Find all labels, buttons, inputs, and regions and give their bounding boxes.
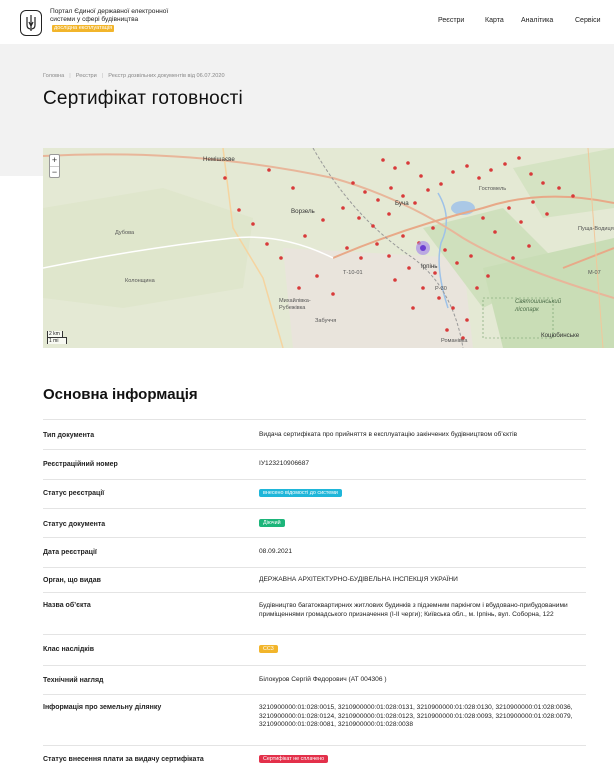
info-value: Білокуров Сергій Федорович (АТ 004306 ) bbox=[259, 676, 387, 683]
nav-analytics[interactable]: Аналітика bbox=[521, 17, 553, 24]
info-row-reg-date: Дата реєстрації 08.09.2021 bbox=[43, 537, 586, 567]
portal-title[interactable]: Портал Єдиної державної електронної сист… bbox=[50, 8, 180, 33]
nav-services[interactable]: Сервіси bbox=[575, 17, 601, 24]
info-key: Клас наслідків bbox=[43, 646, 95, 653]
map-label: Р-30 bbox=[435, 286, 447, 292]
scale-mi: 1 mi bbox=[47, 337, 67, 344]
info-key: Тип документа bbox=[43, 432, 95, 439]
map-view[interactable]: Немішаєве Ворзель Буча Ірпінь Гостомель … bbox=[43, 148, 614, 348]
map-label: Михайлівка-Рубежівка bbox=[279, 298, 311, 311]
info-value: 3210900000:01:028:0015, 3210900000:01:02… bbox=[259, 704, 573, 729]
breadcrumb-current[interactable]: Реєстр дозвільних документів від 06.07.2… bbox=[108, 73, 224, 79]
info-row-reg-status: Статус реєстрації внесено відомості до с… bbox=[43, 479, 586, 508]
section-title: Основна інформація bbox=[43, 386, 198, 403]
portal-title-text: Портал Єдиної державної електронної сист… bbox=[50, 8, 169, 24]
map-label: Колонщина bbox=[125, 278, 155, 284]
page-title: Сертифікат готовності bbox=[43, 88, 243, 109]
map-label: Немішаєве bbox=[203, 156, 235, 163]
map-label: М-07 bbox=[588, 270, 601, 276]
info-row-land-plot: Інформація про земельну ділянку 32109000… bbox=[43, 694, 586, 745]
map-label: Святошинський лісопарк bbox=[515, 299, 562, 313]
info-row-doc-type: Тип документа Видача сертифіката про при… bbox=[43, 419, 586, 449]
map-label: Дубова bbox=[115, 230, 135, 236]
map-label: Т-10-01 bbox=[343, 270, 363, 276]
map-zoom-control: + − bbox=[49, 154, 60, 178]
info-row-payment-status: Статус внесення плати за видачу сертифік… bbox=[43, 745, 586, 775]
zoom-in-button[interactable]: + bbox=[50, 155, 59, 166]
nav-registries[interactable]: Реєстри bbox=[438, 17, 464, 24]
breadcrumb-separator: | bbox=[69, 73, 71, 79]
info-row-tech-supervision: Технічний нагляд Білокуров Сергій Федоро… bbox=[43, 665, 586, 694]
info-value: IУ123210906687 bbox=[259, 460, 310, 467]
info-key: Статус документа bbox=[43, 521, 106, 528]
info-key: Назва об’єкта bbox=[43, 602, 91, 609]
consequence-class-badge: СС3 bbox=[259, 645, 278, 653]
map-label: Пуща-Водиця bbox=[578, 226, 614, 232]
map-label: Ворзель bbox=[291, 208, 315, 215]
info-value-wrap: внесено відомості до системи bbox=[259, 489, 586, 498]
map-label: Забуччя bbox=[315, 318, 337, 324]
beta-badge: дослідна експлуатація bbox=[52, 24, 115, 32]
payment-status-badge: Сертифікат не сплачено bbox=[259, 755, 329, 763]
info-key: Статус реєстрації bbox=[43, 490, 105, 497]
info-value: Будівництво багатоквартирних житлових бу… bbox=[259, 602, 568, 618]
info-key: Реєстраційний номер bbox=[43, 461, 118, 468]
info-row-issuer: Орган, що видав ДЕРЖАВНА АРХІТЕКТУРНО-БУ… bbox=[43, 567, 586, 592]
nav-map[interactable]: Карта bbox=[485, 17, 504, 24]
registration-status-badge: внесено відомості до системи bbox=[259, 489, 342, 497]
zoom-out-button[interactable]: − bbox=[50, 166, 59, 177]
info-value-wrap: Сертифікат не сплачено bbox=[259, 755, 586, 764]
info-row-reg-number: Реєстраційний номер IУ123210906687 bbox=[43, 449, 586, 479]
breadcrumb-registries[interactable]: Реєстри bbox=[76, 73, 97, 79]
document-status-badge: Діючий bbox=[259, 519, 285, 527]
site-header: Портал Єдиної державної електронної сист… bbox=[0, 0, 614, 44]
map-label: Коцюбинське bbox=[541, 332, 580, 339]
info-key: Дата реєстрації bbox=[43, 549, 97, 556]
trident-logo-icon[interactable] bbox=[20, 10, 42, 36]
info-key: Інформація про земельну ділянку bbox=[43, 704, 162, 711]
info-row-doc-status: Статус документа Діючий bbox=[43, 508, 586, 537]
breadcrumb-home[interactable]: Головна bbox=[43, 73, 64, 79]
breadcrumb-separator: | bbox=[101, 73, 104, 79]
info-key: Технічний нагляд bbox=[43, 677, 104, 684]
info-key: Статус внесення плати за видачу сертифік… bbox=[43, 756, 204, 763]
breadcrumb: Головна | Реєстри | Реєстр дозвільних до… bbox=[43, 73, 225, 79]
info-row-object-name: Назва об’єкта Будівництво багатоквартирн… bbox=[43, 592, 586, 634]
map-label: Ірпінь bbox=[421, 263, 438, 270]
info-value: 08.09.2021 bbox=[259, 548, 293, 555]
info-value-wrap: СС3 bbox=[259, 645, 586, 654]
info-value-wrap: Діючий bbox=[259, 519, 586, 528]
map-label: Гостомель bbox=[479, 186, 507, 192]
map-label: Романівка bbox=[441, 338, 468, 344]
info-key: Орган, що видав bbox=[43, 577, 101, 584]
map-label: Буча bbox=[395, 200, 409, 207]
map-scale: 2 km 1 mi bbox=[47, 331, 67, 344]
info-row-consequence-class: Клас наслідків СС3 bbox=[43, 634, 586, 665]
info-table: Тип документа Видача сертифіката про при… bbox=[43, 419, 586, 775]
info-value: Видача сертифіката про прийняття в експл… bbox=[259, 431, 518, 438]
info-value: ДЕРЖАВНА АРХІТЕКТУРНО-БУДІВЕЛЬНА ІНСПЕКЦ… bbox=[259, 576, 458, 583]
